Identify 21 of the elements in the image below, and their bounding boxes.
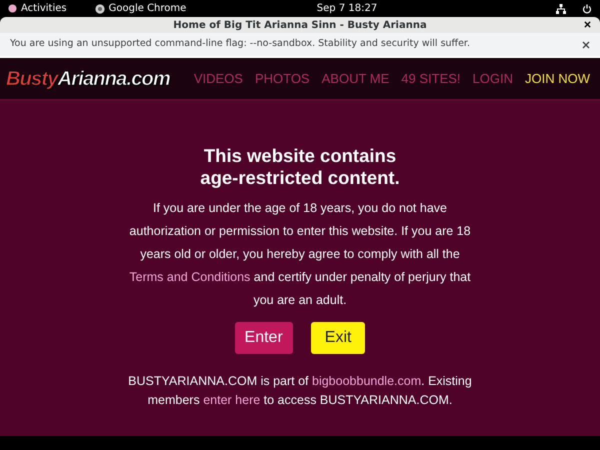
join-link[interactable]: JOIN NOW: [525, 68, 590, 88]
close-icon[interactable]: [582, 40, 590, 48]
exit-button[interactable]: Exit: [310, 322, 366, 354]
notice-heading: This website contains age-restricted content.: [199, 145, 401, 190]
power-icon[interactable]: [582, 4, 592, 14]
network-icon[interactable]: [556, 4, 566, 14]
clock[interactable]: Sep 7 18:27: [316, 3, 378, 14]
terms-link[interactable]: Terms and Conditions: [129, 270, 250, 284]
enter-button[interactable]: Enter: [234, 322, 293, 354]
notice-paragraph: If you are under the age of 18 years, you do not have authorization or permission to enter this website. If you are 18 years old or older, you hereby agree to comply with all the Terms and Conditions and certify under penalty of perjury that you are an adult.: [128, 200, 472, 310]
warning-message: You are using an unsupported command-line flag: --no-sandbox. Stability and security will suffer.: [10, 37, 470, 52]
bundle-link[interactable]: bigboobbundle.com: [312, 374, 422, 388]
activities-icon: [8, 4, 17, 13]
close-icon[interactable]: [584, 21, 591, 28]
window-title: Home of Big Tit Arianna Sinn - Busty Arianna: [173, 18, 427, 32]
app-menu[interactable]: Google Chrome: [108, 1, 186, 16]
member-login-link[interactable]: enter here: [203, 393, 260, 408]
membership-paragraph: BUSTYARIANNA.COM is part of bigboobbundle.com. Existing members enter here to access BUSTYARIANNA.COM.: [127, 373, 473, 410]
site-logo[interactable]: BustyArianna.com: [6, 64, 170, 94]
chrome-icon: [94, 4, 105, 14]
activities-button[interactable]: Activities: [21, 1, 67, 16]
